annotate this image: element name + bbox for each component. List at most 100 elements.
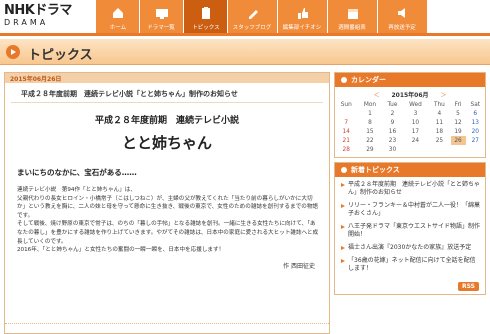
- pencil-icon: [248, 10, 258, 19]
- calendar-day: [335, 109, 357, 118]
- calendar-day: 22: [366, 137, 374, 144]
- calendar-day: 19: [454, 128, 462, 135]
- calendar-nav: ＜ 2015年06月 ＞: [335, 87, 485, 100]
- nhk-drama-logo[interactable]: NHKドラマ DRAMA: [4, 4, 92, 32]
- home-icon: [112, 8, 123, 18]
- calendar-day: 6: [473, 110, 478, 117]
- nav-label: スタッフブログ: [233, 24, 272, 31]
- play-arrow-icon: [6, 45, 20, 59]
- bullet-icon: [341, 167, 347, 173]
- calendar-day: 14: [342, 128, 350, 135]
- calendar-day: 29: [366, 146, 374, 153]
- nav-label: 編集部イチオシ: [283, 24, 322, 31]
- calendar-day: 25: [435, 137, 444, 144]
- page-title: トピックス: [28, 48, 93, 63]
- calendar-day: 24: [411, 137, 420, 144]
- thumbs-up-icon: [297, 8, 308, 19]
- calendar-day: 30: [388, 146, 397, 153]
- rss-button[interactable]: RSS: [458, 282, 479, 291]
- calendar-day: 13: [471, 119, 479, 126]
- article-footer: [5, 323, 329, 333]
- calendar-month: 2015年06月: [391, 92, 429, 99]
- article-paragraph: そして戦後、焼け野原の東京で常子は、のちの「暮しの手帖」となる雑誌を創刊。一緒に…: [17, 221, 319, 245]
- recent-topics-heading: 新着トピックス: [335, 163, 485, 177]
- nav-label: ホーム: [109, 24, 126, 31]
- calendar-day: 15: [366, 128, 374, 135]
- global-nav: ホーム ドラマ一覧 トピックス スタッフブログ 編集部イチオシ 週間番組表 再放…: [96, 0, 428, 33]
- site-header: NHKドラマ DRAMA ホーム ドラマ一覧 トピックス スタッフブログ 編集部…: [0, 0, 490, 36]
- nav-label: トピックス: [191, 24, 220, 31]
- calendar-day: 17: [411, 128, 420, 135]
- weekday-label: Tue: [387, 101, 398, 108]
- weekday-label: Sat: [470, 101, 481, 108]
- logo-main-text: NHKドラマ: [4, 3, 72, 18]
- calendar-heading-label: カレンダー: [351, 76, 386, 84]
- calendar-day: 8: [368, 119, 372, 126]
- weekday-label: Mon: [363, 101, 377, 108]
- clipboard-icon: [201, 7, 210, 19]
- calendar-day: 28: [342, 146, 350, 153]
- calendar-grid: Sun Mon Tue Wed Thu Fri Sat 1 2 3 4 5 6 …: [335, 100, 485, 154]
- nav-topics[interactable]: トピックス: [184, 0, 228, 33]
- speaker-icon: [397, 8, 405, 18]
- calendar-day: 23: [388, 137, 397, 144]
- article-title[interactable]: 平成２８年度前期 連続テレビ小説「とと姉ちゃん」制作のお知らせ: [11, 83, 323, 103]
- monitor-icon: [155, 9, 168, 19]
- recent-topic-link[interactable]: 福士さん出演『2030かなたの家族』放送予定: [341, 244, 481, 252]
- calendar-day: 16: [388, 128, 397, 135]
- calendar-day: 18: [435, 128, 444, 135]
- article-lead-title: とと姉ちゃん: [121, 134, 212, 152]
- calendar-panel: カレンダー ＜ 2015年06月 ＞ Sun Mon Tue Wed Thu F…: [334, 72, 486, 158]
- nav-rerun-schedule[interactable]: 再放送予定: [378, 0, 428, 33]
- calendar-day: 9: [390, 119, 395, 126]
- article-paragraph: 連続テレビ小説 第94作「とと姉ちゃん」は、: [17, 187, 136, 193]
- recent-topic-link[interactable]: 「36歳の花嫁」ネット配信に向けて全話を配信します！: [341, 257, 481, 273]
- calendar-day: 5: [456, 110, 460, 117]
- rss-row: RSS: [335, 280, 485, 294]
- recent-topic-link[interactable]: リリー・フランキー＆中村蒼が二人一役！「綿菓子おくさん」: [341, 202, 481, 218]
- nav-label: ドラマ一覧: [147, 24, 176, 31]
- calendar-day: 1: [368, 110, 372, 117]
- calendar-day: 10: [411, 119, 420, 126]
- nav-home[interactable]: ホーム: [96, 0, 140, 33]
- nav-staff-blog[interactable]: スタッフブログ: [228, 0, 278, 33]
- calendar-icon: [347, 9, 358, 19]
- article-paragraph: 2016年、「とと姉ちゃん」と女性たちの奮闘の一瞬一瞬を、日本中を応援します！: [17, 247, 225, 254]
- recent-topics-heading-label: 新着トピックス: [351, 166, 400, 174]
- calendar-heading: カレンダー: [335, 73, 485, 87]
- nav-drama-list[interactable]: ドラマ一覧: [140, 0, 184, 33]
- page-title-bar: トピックス: [0, 39, 490, 65]
- nav-label: 週間番組表: [338, 24, 367, 31]
- weekday-label: Sun: [340, 101, 352, 108]
- article-lead-subtitle: 平成２８年度前期 連続テレビ小説: [94, 116, 239, 126]
- calendar-day: [403, 145, 429, 154]
- calendar-day: 11: [435, 119, 444, 126]
- calendar-prev-button[interactable]: ＜: [374, 92, 380, 99]
- recent-topic-link[interactable]: 平成２８年度前期 連続テレビ小説「とと姉ちゃん」制作のお知らせ: [341, 181, 481, 197]
- bullet-icon: [341, 77, 347, 83]
- recent-topics-list: 平成２８年度前期 連続テレビ小説「とと姉ちゃん」制作のお知らせ リリー・フランキ…: [335, 177, 485, 280]
- calendar-day-link[interactable]: 26: [450, 136, 466, 145]
- article-author: 作 西田征史: [283, 262, 315, 270]
- weekday-label: Wed: [409, 101, 422, 108]
- calendar-day: [466, 145, 485, 154]
- calendar-day: 3: [413, 110, 418, 117]
- calendar-day: 20: [471, 128, 479, 135]
- nav-editors-pick[interactable]: 編集部イチオシ: [278, 0, 328, 33]
- calendar-next-button[interactable]: ＞: [440, 92, 446, 99]
- calendar-day: 2: [390, 110, 395, 117]
- nav-label: 再放送予定: [388, 24, 417, 31]
- calendar-day: 7: [344, 119, 349, 126]
- weekday-label: Thu: [433, 101, 445, 108]
- calendar-day: 27: [471, 137, 479, 144]
- calendar-day: 21: [342, 137, 350, 144]
- sidebar: カレンダー ＜ 2015年06月 ＞ Sun Mon Tue Wed Thu F…: [334, 72, 486, 334]
- calendar-day: [451, 145, 466, 154]
- calendar-day: [428, 145, 450, 154]
- article-subhead: まいにちのなかに、宝石がある……: [17, 168, 137, 177]
- logo-sub-text: DRAMA: [4, 18, 49, 27]
- nav-weekly-schedule[interactable]: 週間番組表: [328, 0, 378, 33]
- recent-topic-link[interactable]: 八王子発ドラマ「東京ウエストサイド物語」制作開始！: [341, 223, 481, 239]
- weekday-label: Fri: [454, 101, 462, 108]
- article-date: 2015年06月26日: [5, 73, 329, 83]
